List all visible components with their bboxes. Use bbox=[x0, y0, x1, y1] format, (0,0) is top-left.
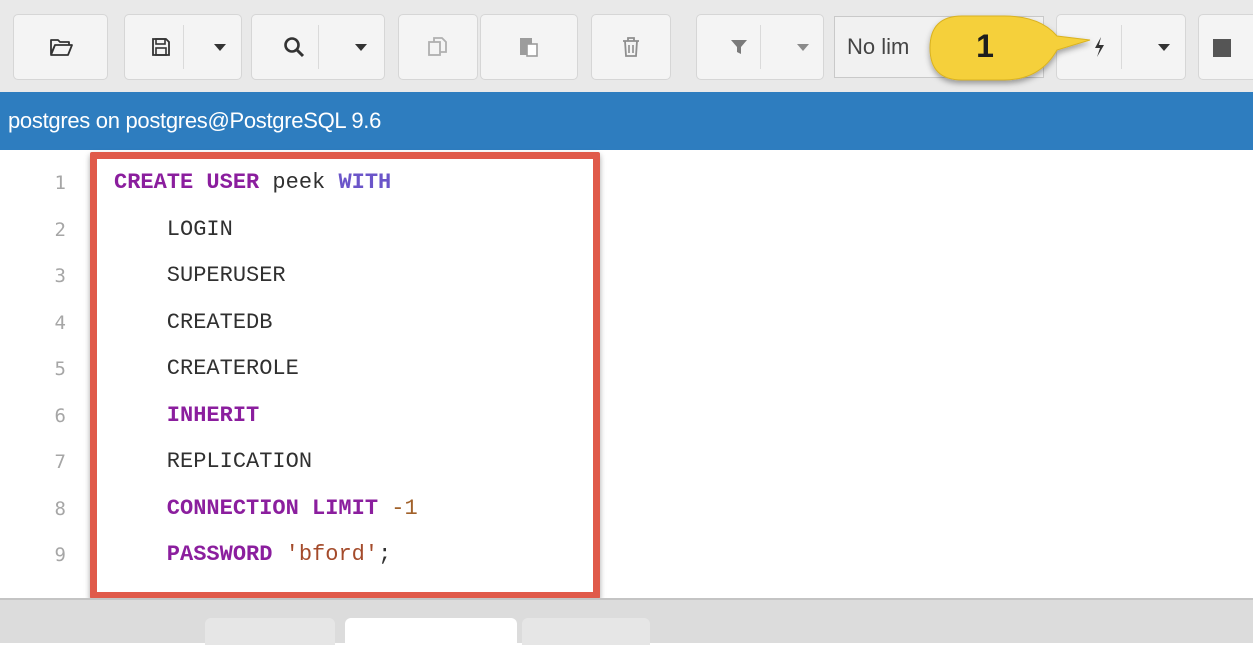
stop-button[interactable] bbox=[1198, 14, 1253, 80]
connection-title: postgres on postgres@PostgreSQL 9.6 bbox=[8, 108, 382, 133]
code-line: CREATEROLE bbox=[114, 356, 299, 381]
code-token: peek bbox=[259, 170, 339, 195]
save-button-group bbox=[124, 14, 242, 80]
code-line: PASSWORD 'bford'; bbox=[114, 542, 391, 567]
code-line: REPLICATION bbox=[114, 449, 312, 474]
code-token: LOGIN bbox=[114, 216, 233, 242]
line-number: 1 bbox=[54, 172, 66, 194]
folder-open-icon bbox=[49, 37, 73, 57]
find-button-group bbox=[251, 14, 385, 80]
sql-editor[interactable]: 1 2 3 4 5 6 7 8 9 CREATE USER peek WITH LOGIN SU… bbox=[0, 150, 1253, 598]
line-number: 7 bbox=[54, 451, 66, 473]
code-line: CONNECTION LIMIT -1 bbox=[114, 496, 418, 521]
code-line: CREATEDB bbox=[114, 309, 273, 335]
line-number-gutter: 1 2 3 4 5 6 7 8 9 bbox=[0, 150, 92, 598]
filter-button[interactable] bbox=[697, 15, 781, 79]
row-limit-value: No lim bbox=[847, 34, 910, 59]
filter-button-group bbox=[696, 14, 824, 80]
paste-button[interactable] bbox=[480, 14, 578, 80]
line-number: 9 bbox=[54, 544, 66, 566]
code-token: CONNECTION LIMIT bbox=[114, 495, 379, 521]
toolbar: No lim 1 bbox=[0, 0, 1253, 92]
results-tab[interactable] bbox=[522, 618, 650, 645]
code-token: WITH bbox=[338, 170, 392, 195]
search-icon bbox=[283, 36, 305, 58]
copy-icon bbox=[427, 36, 449, 58]
filter-icon bbox=[729, 37, 749, 57]
execute-dropdown-button[interactable] bbox=[1141, 15, 1187, 79]
find-button[interactable] bbox=[252, 15, 336, 79]
save-icon bbox=[151, 37, 171, 57]
callout-number: 1 bbox=[976, 28, 994, 64]
code-line: INHERIT bbox=[114, 403, 259, 428]
delete-button[interactable] bbox=[591, 14, 671, 80]
line-number: 8 bbox=[54, 497, 66, 520]
code-token: INHERIT bbox=[114, 402, 260, 428]
line-number: 5 bbox=[54, 358, 66, 380]
step-callout: 1 bbox=[922, 10, 1097, 92]
save-dropdown-button[interactable] bbox=[197, 15, 243, 79]
line-number: 4 bbox=[54, 311, 66, 334]
copy-button[interactable] bbox=[398, 14, 478, 80]
code-token: CREATEDB bbox=[114, 309, 273, 335]
line-number: 6 bbox=[54, 404, 66, 427]
open-file-button[interactable] bbox=[13, 14, 108, 80]
trash-icon bbox=[622, 36, 640, 58]
chevron-down-icon bbox=[214, 43, 226, 51]
results-tab-active[interactable] bbox=[345, 618, 517, 645]
save-button[interactable] bbox=[125, 15, 197, 79]
connection-title-bar: postgres on postgres@PostgreSQL 9.6 bbox=[0, 92, 1253, 150]
code-token: SUPERUSER bbox=[114, 263, 286, 288]
chevron-down-icon bbox=[1158, 43, 1170, 51]
results-tab[interactable] bbox=[205, 618, 335, 645]
filter-dropdown-button[interactable] bbox=[781, 15, 825, 79]
code-token: 'bford' bbox=[285, 542, 379, 567]
code-line: CREATE USER peek WITH bbox=[114, 170, 391, 195]
code-line: LOGIN bbox=[114, 217, 233, 242]
code-line: SUPERUSER bbox=[114, 263, 286, 288]
find-dropdown-button[interactable] bbox=[336, 15, 386, 79]
code-token: CREATEROLE bbox=[114, 356, 299, 381]
code-token: ; bbox=[378, 542, 392, 567]
chevron-down-icon bbox=[797, 43, 809, 51]
line-number: 3 bbox=[54, 265, 66, 287]
code-token: -1 bbox=[391, 495, 418, 521]
code-token: CREATE USER bbox=[114, 170, 260, 195]
chevron-down-icon bbox=[355, 43, 367, 51]
line-number: 2 bbox=[54, 218, 66, 241]
code-token: REPLICATION bbox=[114, 449, 313, 474]
paste-icon bbox=[519, 36, 539, 58]
results-tab-strip bbox=[0, 598, 1253, 645]
callout-bubble-shape bbox=[929, 15, 1091, 81]
code-token: PASSWORD bbox=[114, 542, 273, 567]
stop-icon bbox=[1213, 39, 1231, 57]
